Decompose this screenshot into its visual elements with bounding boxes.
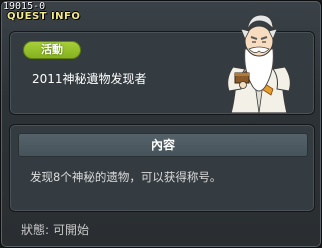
content-header: 內容 (18, 133, 308, 157)
quest-name: 2011神秘遺物发现者 (32, 72, 147, 86)
old-sage-npc-icon (227, 14, 291, 113)
category-badge: 活動 (23, 41, 81, 59)
status-label: 狀態: (21, 223, 50, 237)
quest-info-window: 19015-0 QUEST INFO 活動 2011神秘遺物发现者 內容 发现8… (0, 0, 322, 248)
quest-description: 发现8个神秘的遗物，可以获得称号。 (30, 170, 222, 184)
status-value: 可開始 (53, 223, 90, 237)
quest-status: 狀態: 可開始 (21, 221, 89, 238)
quest-content-panel: 內容 发现8个神秘的遗物，可以获得称号。 (9, 124, 315, 212)
window-title: QUEST INFO (7, 11, 81, 22)
